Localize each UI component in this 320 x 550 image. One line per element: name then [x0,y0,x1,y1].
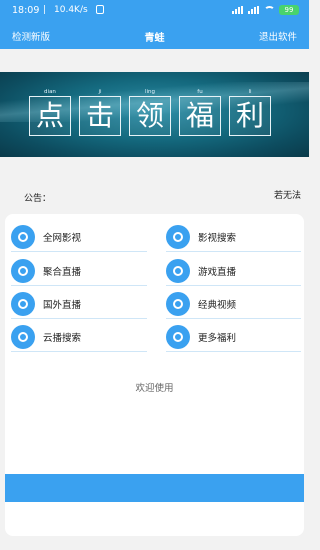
menu-item-label: 全网影视 [43,232,82,244]
notice-marquee-text: 若无法 [274,191,302,201]
char-box: 领 [129,96,171,136]
circle-icon [166,258,190,283]
menu-item-label: 聚合直播 [43,266,82,278]
exit-app-button[interactable]: 退出软件 [259,29,297,43]
network-speed: 10.4K/s [54,5,88,15]
pinyin-label: ji [98,89,102,95]
circle-icon [11,258,35,283]
circle-icon [166,224,190,249]
char-box: 利 [229,96,271,136]
menu-item-label: 经典视频 [198,299,237,311]
banner-characters: dian 点 ji 击 ling 领 fu 福 li 利 [28,88,272,136]
status-bar: 18:09 | 10.4K/s 99 [0,0,309,22]
menu-item-classic-videos[interactable]: 经典视频 [166,289,301,319]
menu-item-foreign-live[interactable]: 国外直播 [11,289,147,319]
circle-icon [166,324,190,349]
menu-item-label: 国外直播 [43,299,82,311]
circle-icon [11,224,35,249]
char-box: 点 [29,96,71,136]
menu-item-all-videos[interactable]: 全网影视 [11,222,147,252]
banner-char: fu 福 [178,88,222,136]
top-nav-bar: 检测新版 青蛙 退出软件 [0,22,309,49]
notification-icon [96,5,104,14]
notice-label: 公告： [24,194,52,204]
menu-item-video-search[interactable]: 影视搜索 [166,222,301,252]
circle-icon [11,324,35,349]
battery-icon: 99 [279,5,299,15]
circle-icon [11,291,35,316]
banner-char: ling 领 [128,88,172,136]
pinyin-label: fu [197,89,203,95]
banner-char: ji 击 [78,88,122,136]
char-box: 击 [79,96,121,136]
banner-char: dian 点 [28,88,72,136]
circle-icon [166,291,190,316]
menu-card: 全网影视 影视搜索 聚合直播 游戏直播 国外直播 经典视频 云播搜索 更多福利 [5,214,304,536]
wifi-icon [264,5,275,15]
welcome-text: 欢迎使用 [135,383,174,394]
status-time: 18:09 [12,5,40,16]
signal-icon [232,6,244,14]
banner-char: li 利 [228,88,272,136]
status-divider: | [43,5,47,15]
char-box: 福 [179,96,221,136]
menu-item-label: 游戏直播 [198,266,237,278]
pinyin-label: li [248,89,252,95]
menu-item-cloud-search[interactable]: 云播搜索 [11,322,147,352]
welfare-banner[interactable]: dian 点 ji 击 ling 领 fu 福 li 利 [0,72,309,157]
pinyin-label: ling [144,89,156,95]
menu-item-more-welfare[interactable]: 更多福利 [166,322,301,352]
pinyin-label: dian [44,89,56,95]
menu-item-game-live[interactable]: 游戏直播 [166,256,301,286]
menu-item-label: 云播搜索 [43,332,82,344]
menu-item-aggregated-live[interactable]: 聚合直播 [11,256,147,286]
menu-item-label: 更多福利 [198,332,237,344]
bottom-bar [5,474,304,502]
menu-item-label: 影视搜索 [198,232,237,244]
status-icons: 99 [232,5,299,15]
signal-icon-2 [248,6,260,14]
